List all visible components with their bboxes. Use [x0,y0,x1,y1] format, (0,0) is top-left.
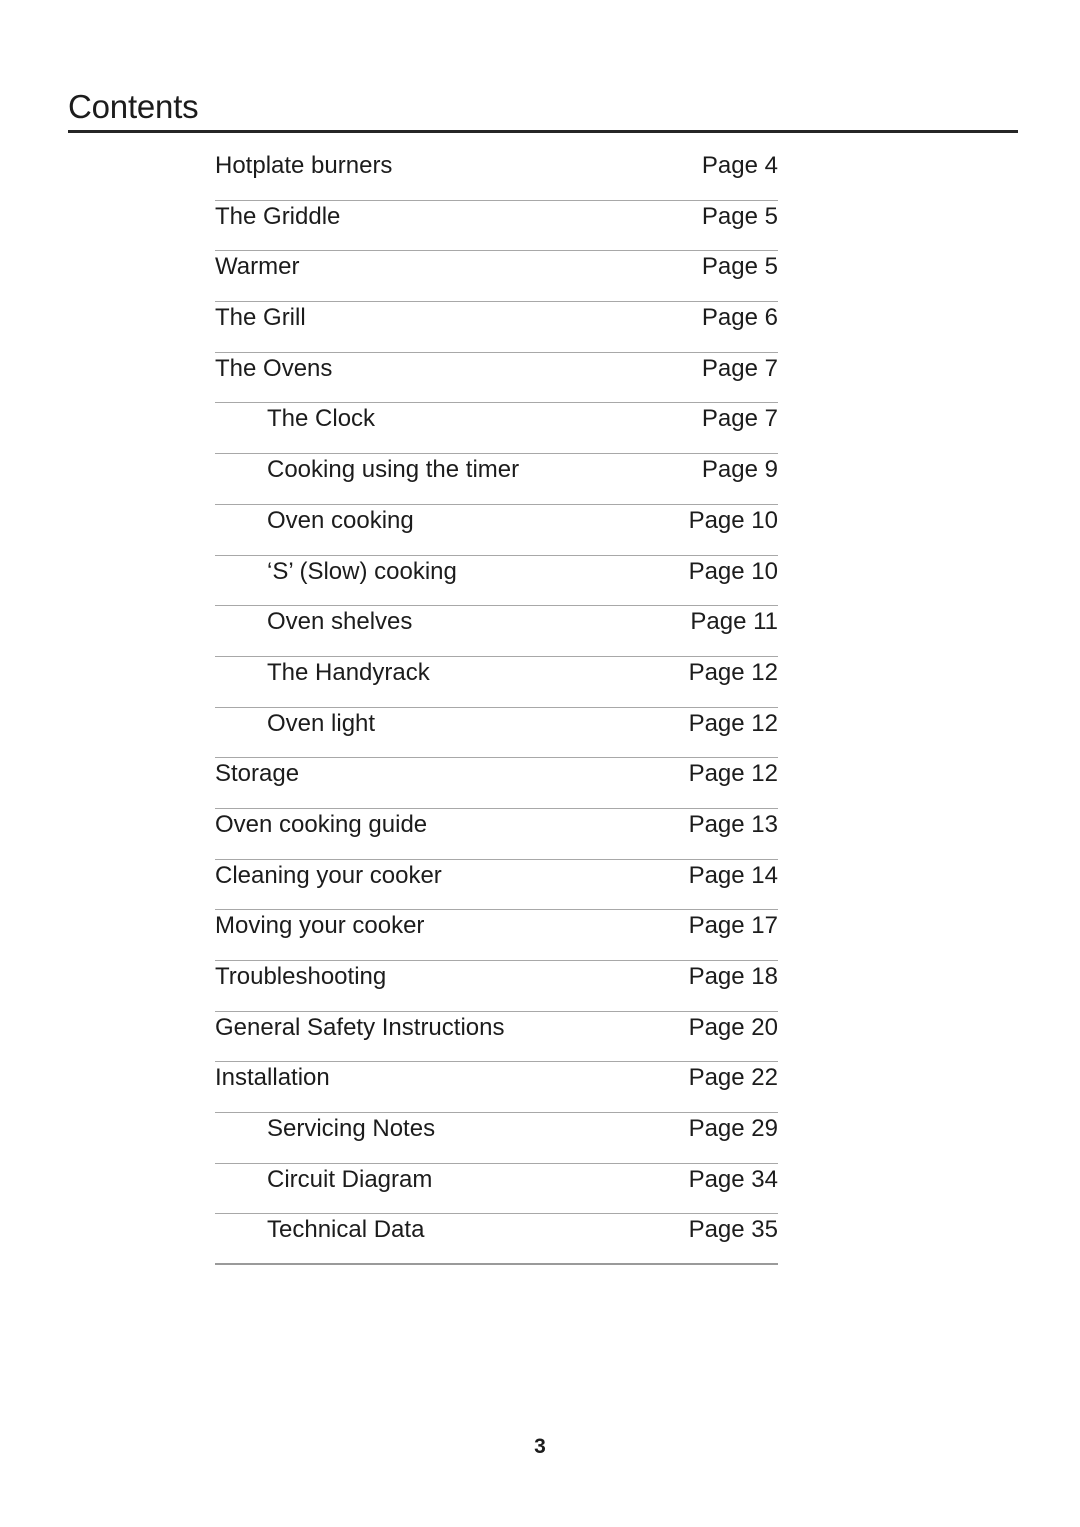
toc-entry[interactable]: Storage Page 12 [215,758,778,809]
toc-entry[interactable]: ‘S’ (Slow) cooking Page 10 [215,556,778,607]
toc-entry-label: Installation [215,1064,330,1092]
toc-entry-page: Page 9 [701,456,778,484]
toc-entry-label: Cooking using the timer [267,456,520,484]
toc-entry-label: Technical Data [267,1216,425,1244]
toc-entry-label: The Griddle [215,202,341,230]
toc-entry-page: Page 12 [688,709,778,737]
toc-entry[interactable]: Warmer Page 5 [215,251,778,303]
document-page: Contents Hotplate burners Page 4 The Gridd… [0,0,1080,1527]
toc-entry-page: Page 11 [690,608,778,636]
toc-entry-label: General Safety Instructions [215,1013,505,1041]
toc-entry-page: Page 20 [688,1013,778,1041]
toc-entry[interactable]: Hotplate burners Page 4 [215,150,778,201]
toc-entry[interactable]: General Safety Instructions Page 20 [215,1012,778,1063]
toc-entry-label: Moving your cooker [215,912,425,940]
toc-entry-page: Page 22 [688,1064,778,1092]
toc-entry-page: Page 7 [701,354,778,382]
toc-entry-label: The Clock [267,405,376,433]
toc-entry-page: Page 7 [701,405,778,433]
toc-entry[interactable]: Cleaning your cooker Page 14 [215,860,778,911]
toc-entry[interactable]: Moving your cooker Page 17 [215,910,778,961]
toc-entry[interactable]: Installation Page 22 [215,1062,778,1114]
page-footer: 3 [0,1435,1080,1459]
toc-entry-page: Page 10 [688,506,778,534]
footer-page-number: 3 [534,1435,546,1458]
toc-entry-page: Page 18 [688,963,778,990]
toc-entry-page: Page 17 [688,912,778,940]
toc-entry-label: Oven cooking guide [215,810,428,838]
toc-entry[interactable]: The Grill Page 6 [215,302,778,353]
toc-entry[interactable]: Cooking using the timer Page 9 [215,454,778,505]
toc-entry[interactable]: The Handyrack Page 12 [215,657,778,708]
toc-entry[interactable]: Troubleshooting Page 18 [215,961,778,1012]
toc-entry-page: Page 13 [688,810,778,838]
toc-entry-page: Page 34 [688,1165,778,1193]
heading-divider [68,130,1018,133]
toc-entry-label: Servicing Notes [267,1115,436,1143]
toc-entry-label: ‘S’ (Slow) cooking [267,557,457,585]
table-of-contents: Hotplate burners Page 4 The Griddle Page 5W… [215,150,778,1266]
toc-entry[interactable]: Servicing Notes Page 29 [215,1113,778,1164]
toc-entry-page: Page 6 [701,304,778,332]
toc-entry-label: The Grill [215,304,306,332]
toc-entry[interactable]: Oven shelves Page 11 [215,606,778,657]
toc-entry[interactable]: Oven light Page 12 [215,708,778,759]
toc-entry-label: The Handyrack [267,658,430,686]
toc-entry-label: Storage [215,760,300,788]
toc-entry-page: Page 29 [688,1115,778,1143]
toc-entry[interactable]: The Clock Page 7 [215,403,778,455]
toc-entry-page: Page 35 [688,1216,778,1244]
toc-entry-label: Troubleshooting [215,963,387,990]
toc-entry-label: Oven light [267,709,376,737]
toc-entry-page: Page 12 [688,760,778,788]
toc-entry[interactable]: Oven cooking guide Page 13 [215,809,778,860]
toc-entry-label: Warmer [215,253,300,281]
toc-entry-label: Hotplate burners [215,152,393,179]
toc-entry-label: Cleaning your cooker [215,861,442,889]
toc-entry-label: Oven shelves [267,608,413,636]
toc-entry[interactable]: The Griddle Page 5 [215,201,778,252]
toc-entry[interactable]: The Ovens Page 7 [215,353,778,404]
toc-entry-label: The Ovens [215,354,333,382]
contents-heading-block: Contents [68,88,1018,133]
page-title: Contents [68,88,199,125]
toc-entry-page: Page 4 [701,152,778,179]
toc-entry[interactable]: Technical Data Page 35 [215,1214,778,1266]
toc-entry-page: Page 10 [688,557,778,585]
toc-entry-page: Page 12 [688,658,778,686]
toc-entry-label: Oven cooking [267,506,414,534]
toc-entry-page: Page 5 [701,253,778,281]
toc-entry-page: Page 14 [688,861,778,889]
toc-entry[interactable]: Circuit Diagram Page 34 [215,1164,778,1215]
toc-entry-page: Page 5 [701,202,778,230]
toc-entry[interactable]: Oven cooking Page 10 [215,505,778,556]
toc-entry-label: Circuit Diagram [267,1165,433,1193]
